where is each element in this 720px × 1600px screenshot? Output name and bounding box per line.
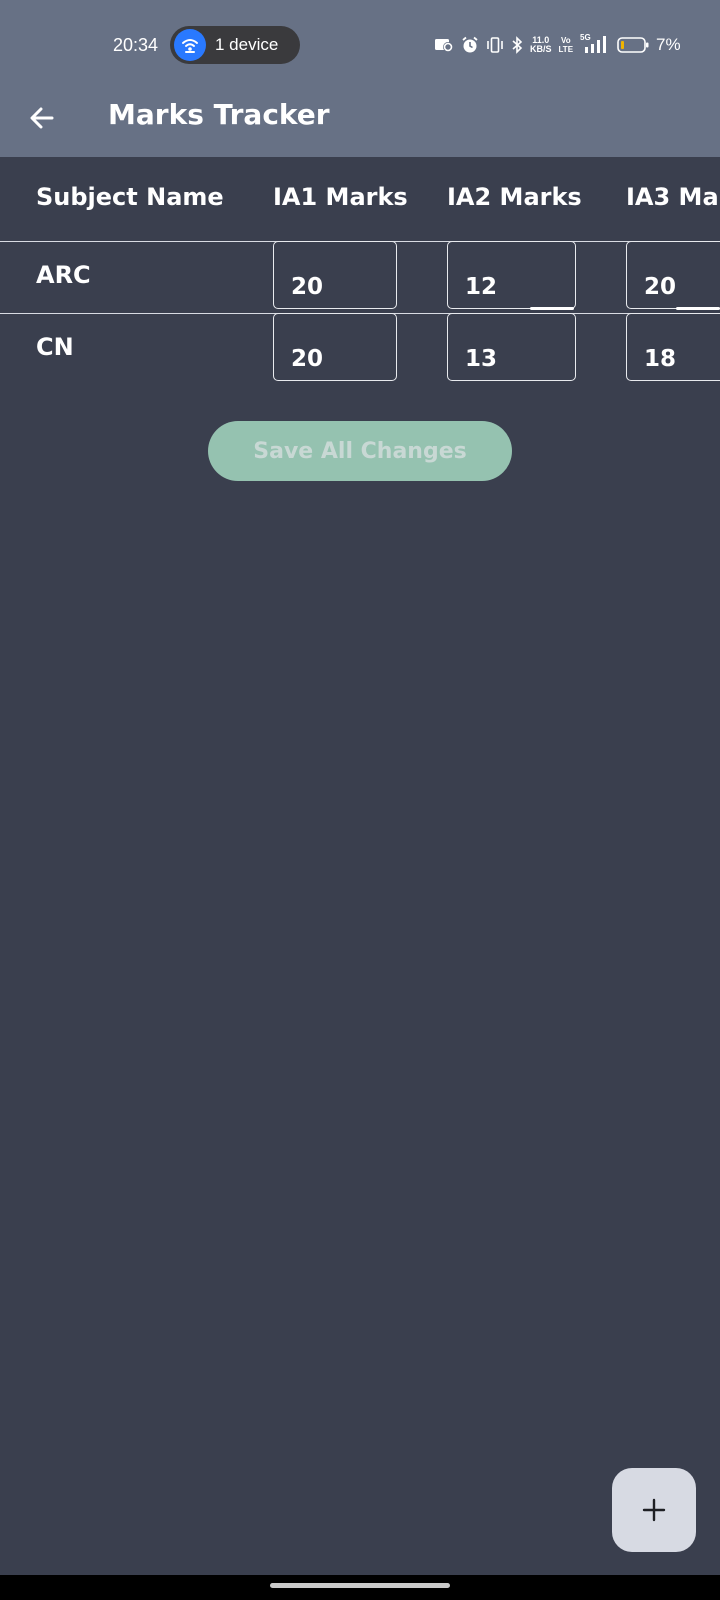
subject-name-cell: ARC — [36, 261, 91, 289]
header-ia3-marks: IA3 Mar — [626, 183, 720, 211]
volte-bottom: LTE — [558, 45, 574, 54]
screen-record-icon — [435, 39, 453, 52]
app-bar: Marks Tracker — [0, 90, 720, 157]
ia2-marks-input[interactable] — [447, 241, 576, 309]
input-underline — [530, 307, 574, 310]
ia1-marks-input[interactable] — [273, 241, 397, 309]
save-all-changes-button[interactable]: Save All Changes — [208, 421, 512, 481]
status-icons: 11.0 KB/S Vo LTE 5G 7% — [434, 33, 681, 56]
home-gesture-handle[interactable] — [270, 1583, 450, 1588]
bluetooth-icon — [512, 36, 523, 54]
wifi-hotspot-icon — [174, 29, 206, 61]
back-button[interactable] — [22, 98, 62, 138]
header-subject-name: Subject Name — [36, 183, 224, 211]
ia1-marks-input[interactable] — [273, 313, 397, 381]
net-speed-unit: KB/S — [530, 44, 552, 54]
status-time: 20:34 — [113, 35, 159, 55]
arrow-left-icon — [30, 107, 54, 129]
input-underline — [676, 307, 720, 310]
volte-indicator: Vo LTE — [559, 36, 574, 54]
hotspot-label: 1 device — [215, 35, 279, 54]
net-speed: 11.0 KB/S — [530, 36, 552, 54]
add-subject-button[interactable] — [612, 1468, 696, 1552]
page-title: Marks Tracker — [108, 98, 330, 131]
hotspot-chip[interactable]: 1 device — [170, 26, 300, 64]
status-bar: 20:34 1 device 11.0 KB/S Vo LTE 5G 7% — [0, 0, 720, 90]
subject-name-cell: CN — [36, 333, 74, 361]
battery-percent: 7% — [656, 35, 681, 54]
marks-table: Subject Name IA1 Marks IA2 Marks IA3 Mar… — [0, 157, 720, 387]
volte-top: Vo — [560, 36, 571, 45]
ia2-marks-input[interactable] — [447, 313, 576, 381]
navigation-bar — [0, 1575, 720, 1600]
alarm-icon — [462, 36, 478, 53]
battery-icon — [617, 37, 649, 53]
vibrate-icon — [487, 37, 503, 53]
signal-icon: 5G — [580, 33, 610, 55]
ia3-marks-input[interactable] — [626, 313, 720, 381]
header-ia2-marks: IA2 Marks — [447, 183, 582, 211]
plus-icon — [642, 1498, 666, 1522]
header-ia1-marks: IA1 Marks — [273, 183, 408, 211]
ia3-marks-input[interactable] — [626, 241, 720, 309]
